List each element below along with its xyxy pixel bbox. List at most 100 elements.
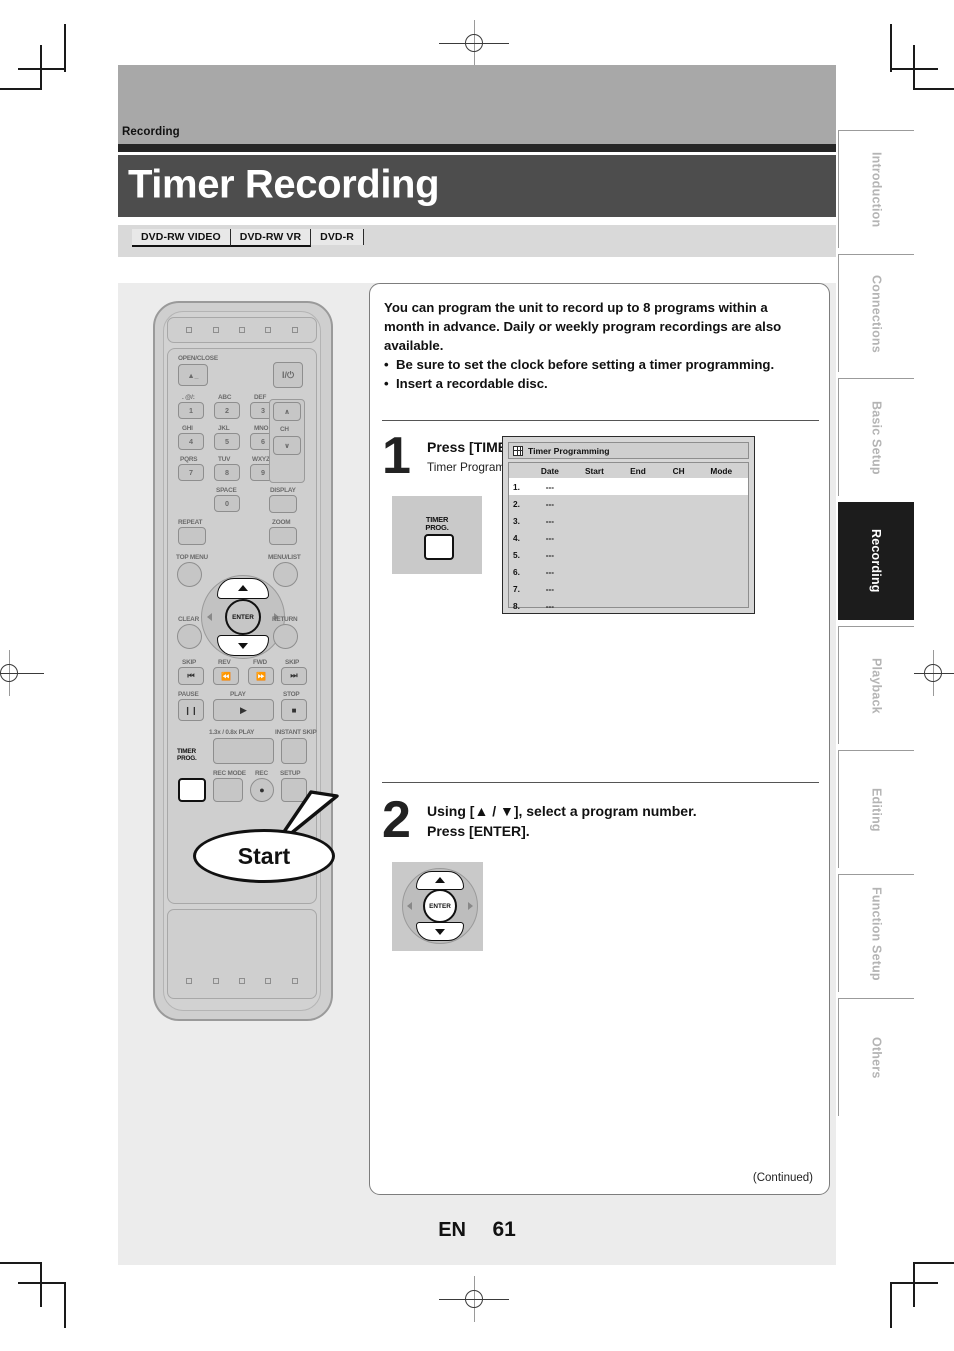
osd-col-mode: Mode [710,466,733,476]
intro-bullet-list: Be sure to set the clock before setting … [384,355,809,393]
label-menu-list: MENU/LIST [268,554,301,561]
sidebar-item-editing[interactable]: Editing [838,750,914,868]
repeat-button[interactable] [178,527,206,545]
remote-mini-button[interactable] [186,327,193,333]
label-fwd: FWD [253,659,267,666]
key-4-button[interactable]: 4 [178,433,204,450]
sidebar-item-playback[interactable]: Playback [838,626,914,744]
remote-mini-button[interactable] [265,327,272,333]
table-row[interactable]: 4. --- [509,529,748,546]
osd-title-label: Timer Programming [528,445,610,456]
sidebar-item-label: Editing [869,787,884,832]
remote-mini-button[interactable] [212,978,219,984]
registration-mark-bottom [439,1276,509,1322]
rec-mode-button[interactable] [213,778,243,802]
table-row[interactable]: 8. --- [509,597,748,614]
instruction-panel: You can program the unit to record up to… [369,283,830,1195]
remote-mini-button[interactable] [238,327,245,333]
table-row[interactable]: 2. --- [509,495,748,512]
table-row[interactable]: 5. --- [509,546,748,563]
display-button[interactable] [269,495,297,513]
step-2-text: Using [▲ / ▼], select a program number. … [427,802,817,842]
label-setup: SETUP [280,770,301,777]
sidebar-item-function-setup[interactable]: Function Setup [838,874,914,992]
label-rec: REC [255,770,268,777]
step-1-number: 1 [382,427,411,485]
speed-play-button[interactable] [213,738,274,764]
fast-forward-button[interactable]: ⏩ [248,667,274,685]
divider [382,420,819,422]
illustration-enter-button[interactable]: ENTER [423,889,457,923]
top-menu-button[interactable] [177,562,202,587]
sidebar-item-basic-setup[interactable]: Basic Setup [838,378,914,496]
open-close-button[interactable]: ▲_ [178,364,208,386]
label-rec-mode: REC MODE [213,770,246,777]
timer-prog-button[interactable] [178,778,206,802]
sidebar-item-introduction[interactable]: Introduction [838,130,914,248]
label-skip-back: SKIP [182,659,197,666]
zoom-button[interactable] [269,527,297,545]
label-key6: MNO [254,425,269,432]
skip-back-button[interactable]: ⏮ [178,667,204,685]
illustration-dpad-up-button[interactable] [416,871,464,890]
label-timer-prog: TIMER PROG. [177,748,197,762]
rewind-button[interactable]: ⏪ [213,667,239,685]
key-2-button[interactable]: 2 [214,402,240,419]
label-display: DISPLAY [270,487,296,494]
osd-col-start: Start [584,466,604,476]
table-row[interactable]: 7. --- [509,580,748,597]
key-1-button[interactable]: 1 [178,402,204,419]
remote-mini-button[interactable] [238,978,245,984]
key-8-button[interactable]: 8 [214,464,240,481]
osd-col-date: Date [540,466,559,476]
illustration-dpad-down-button[interactable] [416,922,464,941]
enter-button[interactable]: ENTER [225,599,261,635]
page-number: 61 [492,1218,516,1241]
remote-mini-button[interactable] [186,978,193,984]
remote-mini-button[interactable] [291,327,298,333]
table-row[interactable]: 3. --- [509,512,748,529]
label-repeat: REPEAT [178,519,203,526]
sidebar-item-label: Introduction [869,151,884,228]
registration-mark-right [898,650,954,696]
clear-button[interactable] [177,624,202,649]
key-7-button[interactable]: 7 [178,464,204,481]
instant-skip-button[interactable] [281,738,307,764]
continued-label: (Continued) [752,1172,813,1184]
table-row[interactable]: 6. --- [509,563,748,580]
registration-mark-left [0,650,44,696]
skip-forward-button[interactable]: ⏭ [281,667,307,685]
table-row[interactable]: 1. --- [509,478,748,495]
sidebar-item-label: Basic Setup [869,400,884,475]
dpad-down-button[interactable] [217,635,269,656]
stop-button[interactable]: ■ [281,699,307,721]
return-button[interactable] [273,624,298,649]
key-5-button[interactable]: 5 [214,433,240,450]
dpad-left-arrow-icon[interactable] [207,613,212,621]
timer-prog-key-button[interactable] [424,534,454,560]
label-skip-fwd: SKIP [285,659,300,666]
label-instant-skip: INSTANT SKIP [275,729,317,736]
play-button[interactable]: ▶ [213,699,274,721]
osd-col-ch: CH [672,466,685,476]
illustration-dpad-left-arrow-icon [407,902,412,910]
pause-button[interactable]: ❙❙ [178,699,204,721]
step-2-number: 2 [382,791,411,849]
label-key1: . @/: [182,394,195,401]
key-0-button[interactable]: 0 [214,495,240,512]
remote-mini-button[interactable] [291,978,298,984]
illustration-dpad-right-arrow-icon [468,902,473,910]
sidebar-item-recording[interactable]: Recording [838,502,914,620]
label-ch: CH [280,426,289,433]
channel-up-button[interactable]: ∧ [273,402,301,421]
sidebar-item-connections[interactable]: Connections [838,254,914,372]
label-return: RETURN [272,616,298,623]
sidebar-item-others[interactable]: Others [838,998,914,1116]
label-rev: REV [218,659,231,666]
power-button[interactable]: I/⏻ [273,362,303,388]
remote-mini-button[interactable] [212,327,219,333]
channel-down-button[interactable]: ∨ [273,436,301,455]
dpad-up-button[interactable] [217,578,269,599]
osd-table-header: Date Start End CH Mode [509,463,748,478]
remote-mini-button[interactable] [265,978,272,984]
